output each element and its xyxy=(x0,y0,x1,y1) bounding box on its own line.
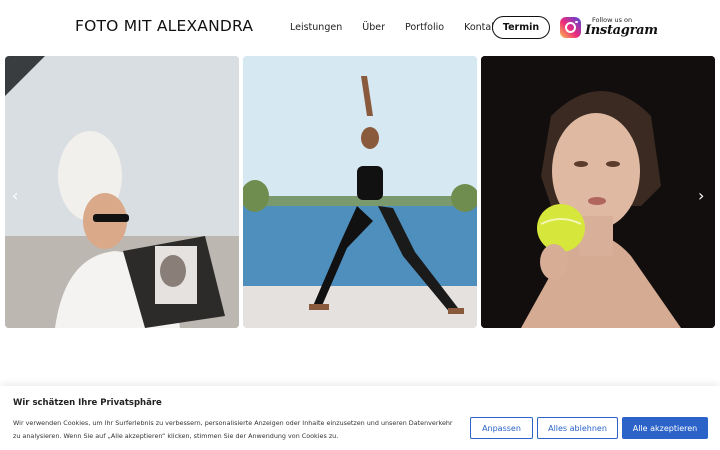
nav-item-ueber[interactable]: Über xyxy=(362,22,385,33)
cookie-customize-button[interactable]: Anpassen xyxy=(470,417,533,439)
site-header: FOTO MIT ALEXANDRA Leistungen Über Portf… xyxy=(0,0,720,56)
instagram-icon xyxy=(560,17,581,38)
cookie-text: Wir verwenden Cookies, um Ihr Surferlebn… xyxy=(13,419,453,440)
termin-button[interactable]: Termin xyxy=(492,16,550,39)
gallery-photo-woman-reading xyxy=(5,56,239,328)
page: FOTO MIT ALEXANDRA Leistungen Über Portf… xyxy=(0,0,720,450)
site-logo[interactable]: FOTO MIT ALEXANDRA xyxy=(75,17,253,35)
main-nav: Leistungen Über Portfolio Kontakt xyxy=(290,22,500,33)
gallery-photo-yoga xyxy=(243,56,477,328)
carousel-next-icon[interactable]: › xyxy=(698,186,704,205)
cookie-accept-button[interactable]: Alle akzeptieren xyxy=(622,417,708,439)
instagram-wordmark: Instagram xyxy=(585,23,658,38)
cookie-title: Wir schätzen Ihre Privatsphäre xyxy=(13,398,162,408)
cookie-banner: Wir schätzen Ihre Privatsphäre Wir verwe… xyxy=(0,386,720,450)
nav-item-portfolio[interactable]: Portfolio xyxy=(405,22,444,33)
instagram-link[interactable]: Follow us on Instagram xyxy=(560,16,658,40)
photo-illustration xyxy=(481,56,715,328)
nav-item-leistungen[interactable]: Leistungen xyxy=(290,22,342,33)
gallery-photo-tennis-ball xyxy=(481,56,715,328)
photo-illustration xyxy=(243,56,477,328)
carousel-prev-icon[interactable]: ‹ xyxy=(12,186,18,205)
photo-illustration xyxy=(5,56,239,328)
photo-carousel xyxy=(5,56,715,328)
cookie-reject-button[interactable]: Alles ablehnen xyxy=(537,417,618,439)
